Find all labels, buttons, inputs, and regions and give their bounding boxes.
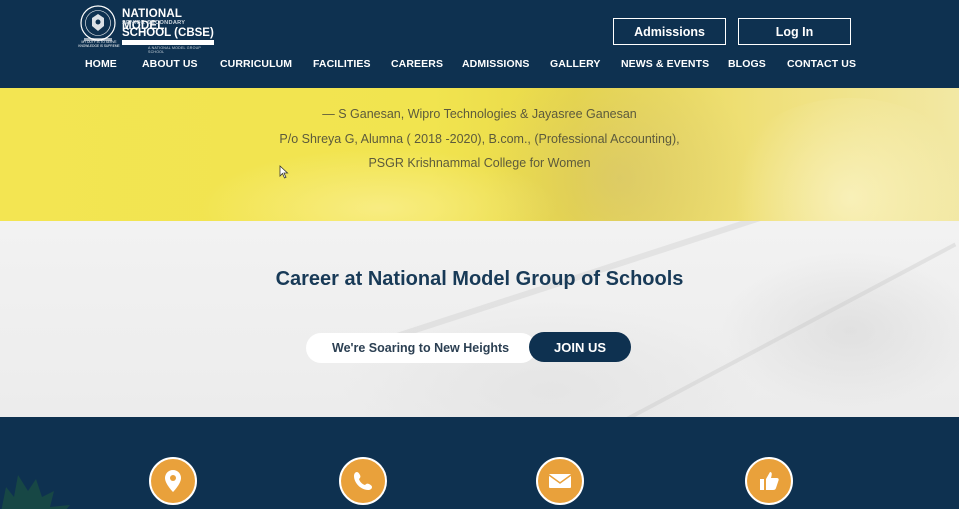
nav-item-admissions[interactable]: ADMISSIONS: [462, 58, 530, 70]
logo-school-name: SCHOOL (CBSE): [122, 27, 214, 39]
contact-footer: [0, 417, 959, 509]
career-section: Career at National Model Group of School…: [0, 221, 959, 417]
school-logo[interactable]: MY DUTY IS TO SERVE KNOWLEDGE IS SUPREME…: [76, 4, 216, 54]
nav-item-home[interactable]: HOME: [85, 58, 117, 70]
career-title: Career at National Model Group of School…: [275, 268, 684, 290]
nav-item-facilities[interactable]: FACILITIES: [313, 58, 371, 70]
career-tagline-pill: We're Soaring to New Heights: [306, 333, 536, 363]
seal-motto: MY DUTY IS TO SERVE KNOWLEDGE IS SUPREME: [76, 40, 122, 48]
site-header: MY DUTY IS TO SERVE KNOWLEDGE IS SUPREME…: [0, 0, 959, 88]
nav-item-news-events[interactable]: NEWS & EVENTS: [621, 58, 709, 70]
main-nav: HOME ABOUT US CURRICULUM FACILITIES CARE…: [0, 58, 959, 76]
career-tagline: We're Soaring to New Heights: [332, 341, 510, 355]
nav-item-curriculum[interactable]: CURRICULUM: [220, 58, 292, 70]
seal-motto-bottom: KNOWLEDGE IS SUPREME: [78, 44, 120, 48]
logo-divider: [122, 40, 214, 45]
testimonial-college: PSGR Krishnammal College for Women: [368, 156, 591, 170]
join-us-button[interactable]: JOIN US: [529, 332, 631, 362]
logo-subtitle: SENIOR SECONDARY: [122, 20, 186, 26]
nav-item-careers[interactable]: CAREERS: [391, 58, 443, 70]
location-pin-icon[interactable]: [149, 457, 197, 505]
thumbs-up-icon[interactable]: [745, 457, 793, 505]
nav-item-contact-us[interactable]: CONTACT US: [787, 58, 856, 70]
mouse-cursor-icon: [279, 165, 289, 179]
admissions-button[interactable]: Admissions: [613, 18, 726, 45]
envelope-icon[interactable]: [536, 457, 584, 505]
logo-tagline: A NATIONAL MODEL GROUP SCHOOL: [148, 46, 201, 54]
testimonial-alumna: P/o Shreya G, Alumna ( 2018 -2020), B.co…: [279, 132, 680, 146]
phone-icon[interactable]: [339, 457, 387, 505]
login-button[interactable]: Log In: [738, 18, 851, 45]
testimonial-section: — S Ganesan, Wipro Technologies & Jayasr…: [0, 88, 959, 221]
nav-item-about-us[interactable]: ABOUT US: [142, 58, 198, 70]
nav-item-gallery[interactable]: GALLERY: [550, 58, 600, 70]
nav-item-blogs[interactable]: BLOGS: [728, 58, 766, 70]
leaf-decoration-icon: [1, 475, 70, 509]
testimonial-author: — S Ganesan, Wipro Technologies & Jayasr…: [322, 107, 637, 121]
